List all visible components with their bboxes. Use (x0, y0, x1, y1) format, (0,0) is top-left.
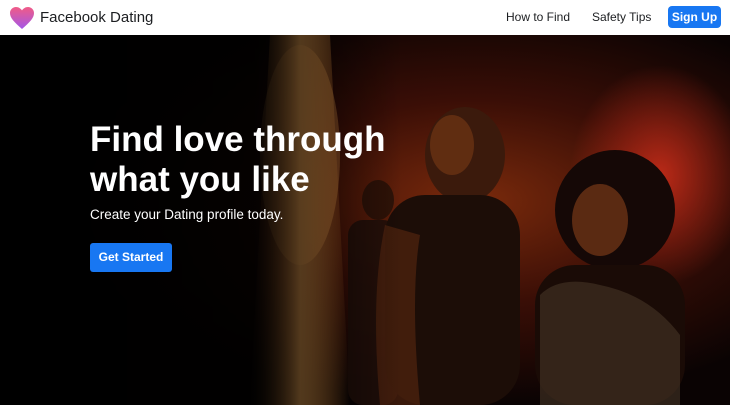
hero-subheading: Create your Dating profile today. (90, 207, 284, 222)
sign-up-button[interactable]: Sign Up (668, 6, 721, 28)
hero-section: Find love through what you like Create y… (0, 35, 730, 405)
headline-line-1: Find love through (90, 120, 386, 159)
hero-headline: Find love through what you like (90, 120, 430, 200)
heart-icon[interactable] (9, 6, 35, 30)
nav-link-how-to-find[interactable]: How to Find (506, 0, 570, 35)
brand-name[interactable]: Facebook Dating (40, 0, 153, 35)
top-nav: Facebook Dating How to Find Safety Tips … (0, 0, 730, 36)
get-started-button[interactable]: Get Started (90, 243, 172, 272)
headline-line-2: what you like (90, 160, 310, 199)
nav-link-safety-tips[interactable]: Safety Tips (592, 0, 651, 35)
